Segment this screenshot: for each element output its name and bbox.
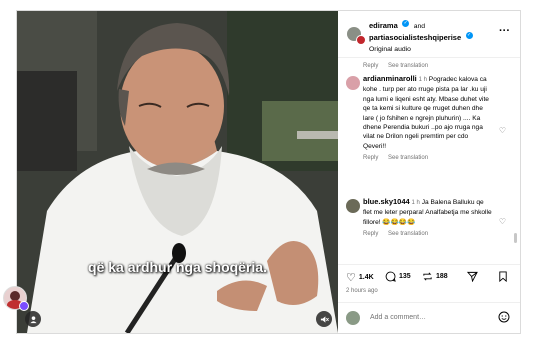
speaker-muted-icon[interactable]	[316, 311, 332, 327]
verified-badge-icon: ✓	[465, 32, 473, 40]
notification-badge-icon	[19, 301, 29, 311]
action-bar: ♡ 1.4K 135 188 2 hours ago	[338, 264, 520, 305]
comment-item: blue.sky1044 1 h Ja Balena Balluku qe fl…	[346, 197, 506, 240]
send-icon[interactable]	[467, 271, 478, 282]
see-translation-button[interactable]: See translation	[388, 155, 428, 161]
heart-outline-icon[interactable]: ♡	[499, 217, 506, 226]
comment-text: Pogradec kalova ca kohe . turp per ato r…	[363, 76, 489, 150]
comment-time: 1 h	[411, 200, 420, 206]
reposts-count[interactable]: 188	[436, 273, 448, 280]
and-label: and	[413, 23, 426, 30]
commenter-username[interactable]: ardianminarolli	[363, 74, 417, 83]
post-header: edirama ✓ and partiasocialisteshqiperise…	[338, 11, 520, 58]
audio-label[interactable]: Original audio	[369, 46, 411, 53]
comments-scrollbar[interactable]	[514, 233, 517, 243]
current-user-avatar	[346, 311, 360, 325]
comment-item: ardianminarolli 1 h Pogradec kalova ca k…	[346, 74, 506, 164]
commenter-username[interactable]: blue.sky1044	[363, 197, 410, 206]
add-comment-input[interactable]: Add a comment…	[370, 314, 426, 321]
reel-video[interactable]: që ka ardhur nga shoqëria.	[17, 11, 338, 333]
first-comment-meta: Reply See translation	[363, 63, 428, 69]
comments-count[interactable]: 135	[399, 273, 411, 280]
comment-bubble-icon[interactable]	[385, 271, 396, 282]
likes-count[interactable]: 1.4K	[359, 274, 374, 281]
user-tag-icon[interactable]	[25, 311, 41, 327]
reply-button[interactable]: Reply	[363, 155, 378, 161]
coauthor-username[interactable]: partiasocialisteshqiperise	[369, 33, 461, 42]
repost-icon[interactable]	[422, 271, 433, 282]
verified-badge-icon: ✓	[402, 20, 410, 28]
commenter-avatar[interactable]	[346, 76, 360, 90]
emoji-icon[interactable]	[498, 311, 510, 323]
author-username[interactable]: edirama	[369, 21, 398, 30]
post-time: 2 hours ago	[346, 288, 378, 294]
video-subtitle: që ka ardhur nga shoqëria.	[88, 259, 267, 275]
coauthor-avatar[interactable]	[356, 35, 366, 45]
post-details-panel: edirama ✓ and partiasocialisteshqiperise…	[338, 11, 520, 333]
video-frame	[17, 11, 338, 333]
more-horizontal-icon[interactable]: ···	[499, 25, 510, 37]
heart-outline-icon[interactable]: ♡	[346, 271, 356, 284]
see-translation-button[interactable]: See translation	[388, 231, 428, 237]
heart-outline-icon[interactable]: ♡	[499, 126, 506, 135]
comment-time: 1 h	[418, 77, 427, 83]
reply-button[interactable]: Reply	[363, 231, 378, 237]
instagram-post: që ka ardhur nga shoqëria. edirama ✓ and…	[16, 10, 521, 334]
commenter-avatar[interactable]	[346, 199, 360, 213]
add-comment-bar: Add a comment…	[338, 302, 520, 333]
see-translation-button[interactable]: See translation	[388, 63, 428, 69]
bookmark-icon[interactable]	[498, 271, 508, 282]
reply-button[interactable]: Reply	[363, 63, 378, 69]
